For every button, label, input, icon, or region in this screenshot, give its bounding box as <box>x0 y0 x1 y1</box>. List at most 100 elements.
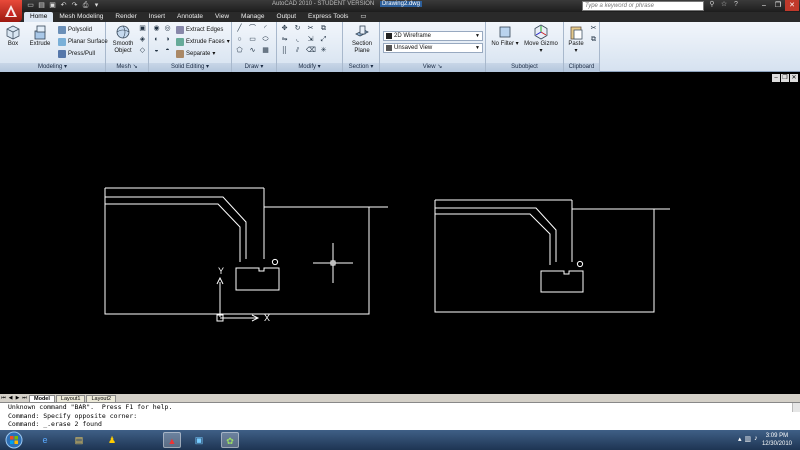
cut-icon[interactable]: ✂ <box>589 24 598 33</box>
mirror-icon[interactable]: ⇋ <box>280 35 289 44</box>
geometry-left[interactable] <box>104 187 388 315</box>
panel-mesh-label[interactable]: Mesh ↘ <box>106 63 148 72</box>
geometry-right[interactable] <box>434 199 670 313</box>
minimize-icon[interactable]: – <box>757 0 771 11</box>
erase-icon[interactable]: ⌫ <box>306 46 316 55</box>
panel-solid-editing-label[interactable]: Solid Editing ▾ <box>149 63 231 72</box>
panel-section-label[interactable]: Section ▾ <box>343 63 379 72</box>
trim-icon[interactable]: ✂ <box>306 24 315 33</box>
line-icon[interactable]: ╱ <box>235 24 244 33</box>
right-small-circle[interactable] <box>576 260 584 268</box>
autocad-task-icon[interactable]: ▲ <box>163 432 181 448</box>
tab-model[interactable]: Model <box>29 394 55 402</box>
close-icon[interactable]: ✕ <box>785 0 799 11</box>
mesh-box-icon[interactable]: ▣ <box>138 24 147 33</box>
named-view-dropdown[interactable]: Unsaved View ▼ <box>383 43 483 53</box>
file-explorer-icon[interactable]: ▤ <box>70 432 88 448</box>
next-tab-icon[interactable]: ▶ <box>14 395 21 402</box>
polyline-icon[interactable]: ⌒ <box>248 24 257 33</box>
star-icon[interactable]: ☆ <box>720 1 728 9</box>
show-hidden-icon[interactable]: ▴ <box>738 435 742 443</box>
messenger-icon[interactable]: ♟ <box>103 432 121 448</box>
command-line[interactable]: Unknown command "BAR". Press F1 for help… <box>0 402 800 430</box>
ribbon-toggle-icon[interactable]: ▭ <box>354 12 372 22</box>
section-plane-button[interactable]: Section Plane <box>350 24 374 55</box>
save-icon[interactable]: ▣ <box>48 1 57 10</box>
left-inner-path-1[interactable] <box>105 196 247 259</box>
arc-icon[interactable]: ◜ <box>261 24 270 33</box>
polygon-icon[interactable]: ⬠ <box>235 46 244 55</box>
command-scrollbar[interactable] <box>792 403 800 412</box>
tab-view[interactable]: View <box>209 12 235 22</box>
thicken-icon[interactable]: ◓ <box>163 46 172 55</box>
hatch-icon[interactable]: ▦ <box>261 46 270 55</box>
right-inner-path-1[interactable] <box>435 207 557 262</box>
copy-clip-icon[interactable]: ⧉ <box>589 35 598 44</box>
left-block[interactable] <box>235 267 280 291</box>
drawing-canvas[interactable]: Y X <box>0 72 800 394</box>
start-button[interactable] <box>3 431 25 449</box>
tab-manage[interactable]: Manage <box>235 12 271 22</box>
network-icon[interactable]: ▥ <box>745 435 752 443</box>
undo-icon[interactable]: ↶ <box>59 1 68 10</box>
tab-home[interactable]: Home <box>24 12 54 22</box>
drawing-area[interactable]: Y X – ❐ ✕ <box>0 72 800 394</box>
right-block[interactable] <box>540 270 584 293</box>
tab-express-tools[interactable]: Express Tools <box>302 12 354 22</box>
visual-style-dropdown[interactable]: 2D Wireframe ▼ <box>383 31 483 41</box>
clock[interactable]: 3:09 PM 12/30/2010 <box>762 432 792 448</box>
subtract-icon[interactable]: ◎ <box>163 24 172 33</box>
ellipse-icon[interactable]: ⬭ <box>261 35 270 44</box>
circle-icon[interactable]: ○ <box>235 35 244 44</box>
tab-layout2[interactable]: Layout2 <box>86 394 117 402</box>
presspull-button[interactable]: Press/Pull <box>58 49 95 58</box>
vp-restore-icon[interactable]: ❐ <box>781 74 789 82</box>
volume-icon[interactable]: ♪ <box>754 435 758 443</box>
search-input[interactable]: Type a keyword or phrase <box>582 1 704 11</box>
qat-dropdown-icon[interactable]: ▾ <box>92 1 101 10</box>
panel-modify-label[interactable]: Modify ▾ <box>277 63 342 72</box>
last-tab-icon[interactable]: ⏭ <box>21 395 28 402</box>
extract-edges-button[interactable]: Extract Edges <box>176 25 223 34</box>
window-task-icon[interactable]: ▣ <box>190 432 208 448</box>
polysolid-button[interactable]: Polysolid <box>58 25 92 34</box>
tab-output[interactable]: Output <box>271 12 303 22</box>
no-filter-button[interactable]: No Filter ▾ <box>489 24 521 48</box>
extrude-faces-button[interactable]: Extrude Faces ▾ <box>176 37 230 46</box>
explode-icon[interactable]: ✳ <box>319 46 328 55</box>
slice-icon[interactable]: ◒ <box>152 46 161 55</box>
binoculars-icon[interactable]: ⚲ <box>708 1 716 9</box>
stretch-icon[interactable]: ⇲ <box>306 35 315 44</box>
rotate-icon[interactable]: ↻ <box>293 24 302 33</box>
box-button[interactable]: Box <box>3 24 23 48</box>
prev-tab-icon[interactable]: ◀ <box>7 395 14 402</box>
application-menu-button[interactable] <box>0 0 22 22</box>
redo-icon[interactable]: ↷ <box>70 1 79 10</box>
paste-button[interactable]: Paste ▾ <box>566 24 586 55</box>
tab-render[interactable]: Render <box>109 12 142 22</box>
plot-icon[interactable]: ⎙ <box>81 1 90 10</box>
extrude-button[interactable]: Extrude <box>27 24 53 48</box>
vp-close-icon[interactable]: ✕ <box>790 74 798 82</box>
scale-icon[interactable]: ⤢ <box>319 35 328 44</box>
offset-icon[interactable]: ⫽ <box>293 46 302 55</box>
panel-modeling-label[interactable]: Modeling ▾ <box>0 63 105 72</box>
right-inner-path-2[interactable] <box>435 213 551 265</box>
app-task-icon[interactable]: ✿ <box>221 432 239 448</box>
tab-mesh-modeling[interactable]: Mesh Modeling <box>53 12 109 22</box>
interfere-icon[interactable]: ◑ <box>163 35 172 44</box>
spline-icon[interactable]: ∿ <box>248 46 257 55</box>
array-icon[interactable]: ⣿ <box>280 46 289 55</box>
planar-surface-button[interactable]: Planar Surface <box>58 37 108 46</box>
separate-button[interactable]: Separate ▾ <box>176 49 215 58</box>
panel-view-label[interactable]: View ↘ <box>380 63 485 72</box>
mesh-crease-icon[interactable]: ◇ <box>138 46 147 55</box>
rectangle-icon[interactable]: ▭ <box>248 35 257 44</box>
open-icon[interactable]: ▤ <box>37 1 46 10</box>
panel-draw-label[interactable]: Draw ▾ <box>232 63 276 72</box>
copy-icon[interactable]: ⧉ <box>319 24 328 33</box>
left-inner-path-2[interactable] <box>105 203 241 262</box>
tab-annotate[interactable]: Annotate <box>171 12 209 22</box>
smooth-object-button[interactable]: Smooth Object <box>111 24 135 55</box>
restore-icon[interactable]: ❐ <box>771 0 785 11</box>
